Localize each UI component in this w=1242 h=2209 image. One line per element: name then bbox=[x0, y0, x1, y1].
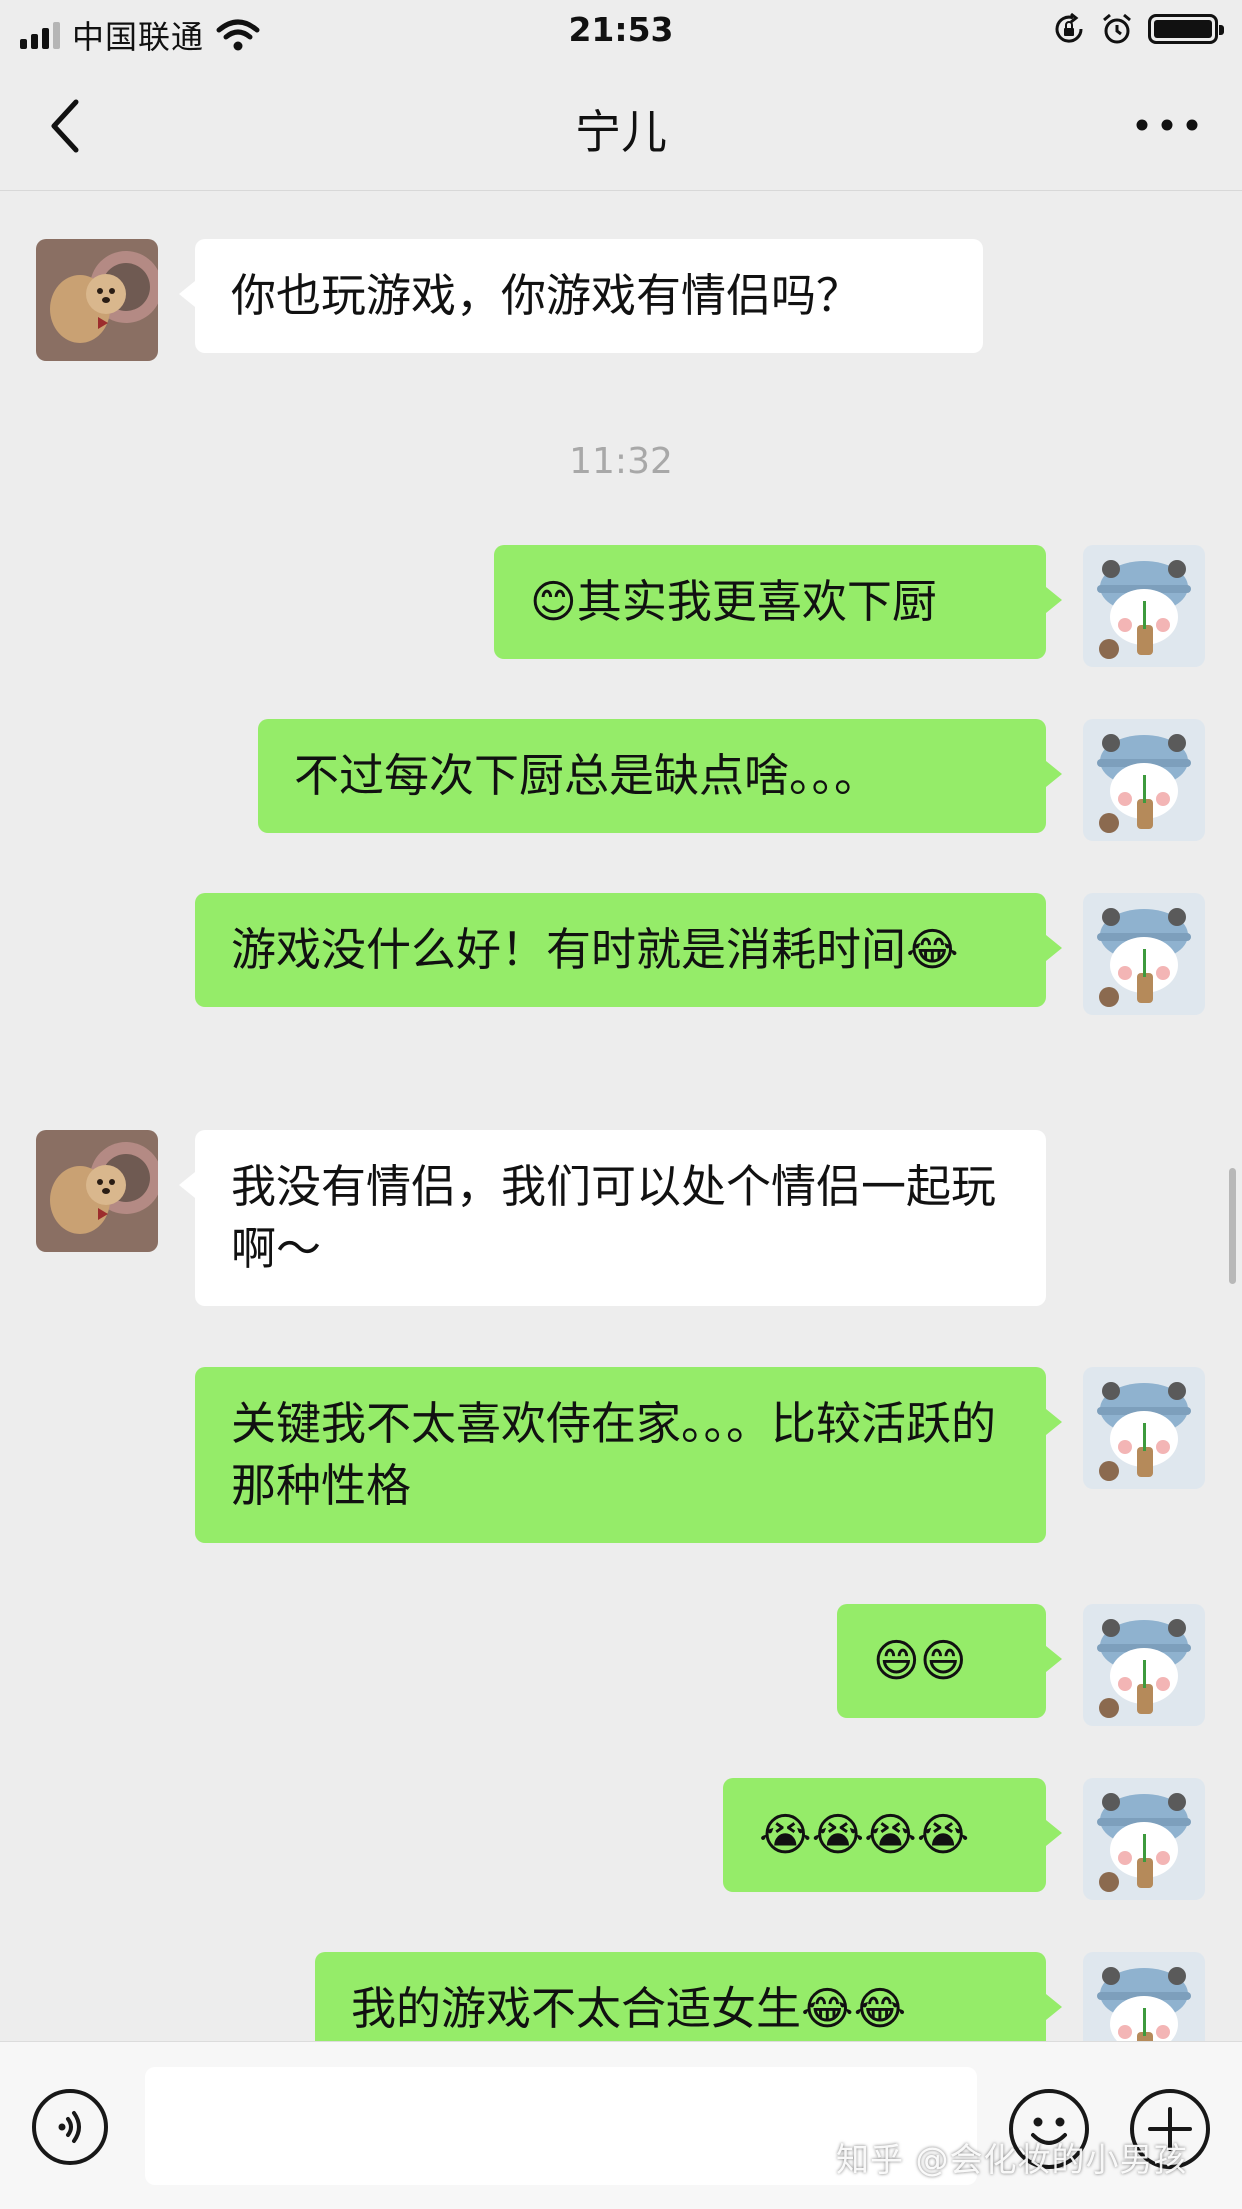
contact-avatar[interactable] bbox=[36, 239, 158, 361]
message-bubble-incoming[interactable]: 你也玩游戏，你游戏有情侣吗？ bbox=[179, 239, 983, 353]
contact-avatar[interactable] bbox=[36, 1130, 158, 1252]
orientation-lock-icon bbox=[1055, 12, 1083, 43]
my-avatar[interactable] bbox=[1083, 545, 1205, 667]
message-bubble-outgoing[interactable]: 关键我不太喜欢侍在家。。。比较活跃的那种性格 bbox=[195, 1367, 1062, 1543]
my-avatar[interactable] bbox=[1083, 1604, 1205, 1726]
status-right bbox=[1052, 12, 1224, 46]
my-avatar[interactable] bbox=[1083, 1778, 1205, 1900]
battery-icon bbox=[1148, 14, 1224, 44]
my-avatar[interactable] bbox=[1083, 893, 1205, 1015]
message-bubble-outgoing[interactable]: 😊其实我更喜欢下厨 bbox=[494, 545, 1062, 659]
alarm-icon bbox=[1103, 13, 1131, 44]
status-bar: 中国联通 21:53 bbox=[0, 0, 1242, 62]
message-bubble-outgoing[interactable]: 游戏没什么好！有时就是消耗时间😂 bbox=[195, 893, 1062, 1007]
message-list[interactable]: 你也玩游戏，你游戏有情侣吗？ 11:32 😊其实我更喜欢下厨 不过每次下厨总是缺… bbox=[0, 191, 1242, 2041]
more-dots-icon[interactable] bbox=[1132, 110, 1202, 140]
my-avatar[interactable] bbox=[1083, 1367, 1205, 1489]
message-bubble-outgoing[interactable]: 我的游戏不太合适女生😂😂 bbox=[315, 1952, 1062, 2041]
input-bar: 知乎 @会化妆的小男孩 bbox=[0, 2041, 1242, 2209]
chat-title: 宁儿 bbox=[575, 105, 667, 159]
my-avatar[interactable] bbox=[1083, 1952, 1205, 2041]
message-bubble-outgoing[interactable]: 😄😄 bbox=[837, 1604, 1062, 1718]
message-bubble-outgoing[interactable]: 不过每次下厨总是缺点啥。。。 bbox=[258, 719, 1062, 833]
watermark: 知乎 @会化妆的小男孩 bbox=[836, 2140, 1188, 2179]
my-avatar[interactable] bbox=[1083, 719, 1205, 841]
scrollbar[interactable] bbox=[1229, 1168, 1236, 1284]
chat-header: 宁儿 bbox=[0, 62, 1242, 191]
message-bubble-outgoing[interactable]: 😭😭😭😭 bbox=[723, 1778, 1062, 1892]
message-bubble-incoming[interactable]: 我没有情侣，我们可以处个情侣一起玩啊～ bbox=[179, 1130, 1046, 1306]
message-timestamp: 11:32 bbox=[569, 441, 673, 482]
voice-icon[interactable] bbox=[32, 2089, 108, 2165]
